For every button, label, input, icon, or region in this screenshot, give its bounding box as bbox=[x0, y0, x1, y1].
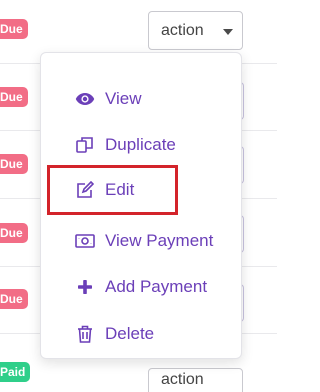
menu-item-duplicate[interactable]: Duplicate bbox=[41, 130, 243, 160]
menu-item-delete[interactable]: Delete bbox=[41, 319, 243, 349]
menu-item-add-payment[interactable]: Add Payment bbox=[41, 272, 243, 302]
row-action-select-label: action bbox=[161, 371, 204, 388]
status-badge-due: Due bbox=[0, 19, 28, 39]
menu-item-label: View bbox=[105, 89, 142, 108]
menu-item-view[interactable]: View bbox=[41, 84, 243, 114]
invoice-table-viewport: Due Due Due Due Due Paid action action V… bbox=[0, 0, 277, 392]
eye-icon bbox=[75, 89, 95, 109]
action-select[interactable]: action bbox=[148, 11, 243, 50]
money-icon bbox=[75, 231, 95, 251]
row-action-select[interactable]: action bbox=[148, 368, 243, 392]
menu-item-label: Delete bbox=[105, 324, 155, 343]
status-badge-due: Due bbox=[0, 223, 28, 243]
status-badge-due: Due bbox=[0, 87, 28, 107]
status-badge-due: Due bbox=[0, 154, 28, 174]
menu-item-edit[interactable]: Edit bbox=[41, 175, 243, 205]
menu-item-label: Edit bbox=[105, 180, 135, 199]
menu-item-label: View Payment bbox=[105, 231, 214, 250]
action-select-label: action bbox=[161, 21, 204, 39]
trash-icon bbox=[75, 324, 95, 344]
menu-item-label: Add Payment bbox=[105, 277, 208, 296]
plus-icon bbox=[75, 277, 95, 297]
status-badge-due: Due bbox=[0, 289, 28, 309]
chevron-down-icon bbox=[223, 29, 233, 35]
menu-item-label: Duplicate bbox=[105, 135, 176, 154]
status-badge-paid: Paid bbox=[0, 362, 31, 382]
duplicate-icon bbox=[75, 135, 95, 155]
action-dropdown-menu: View Duplicate Edit View Payment Add Pay… bbox=[40, 52, 242, 359]
edit-icon bbox=[75, 180, 95, 200]
menu-item-view-payment[interactable]: View Payment bbox=[41, 226, 243, 256]
